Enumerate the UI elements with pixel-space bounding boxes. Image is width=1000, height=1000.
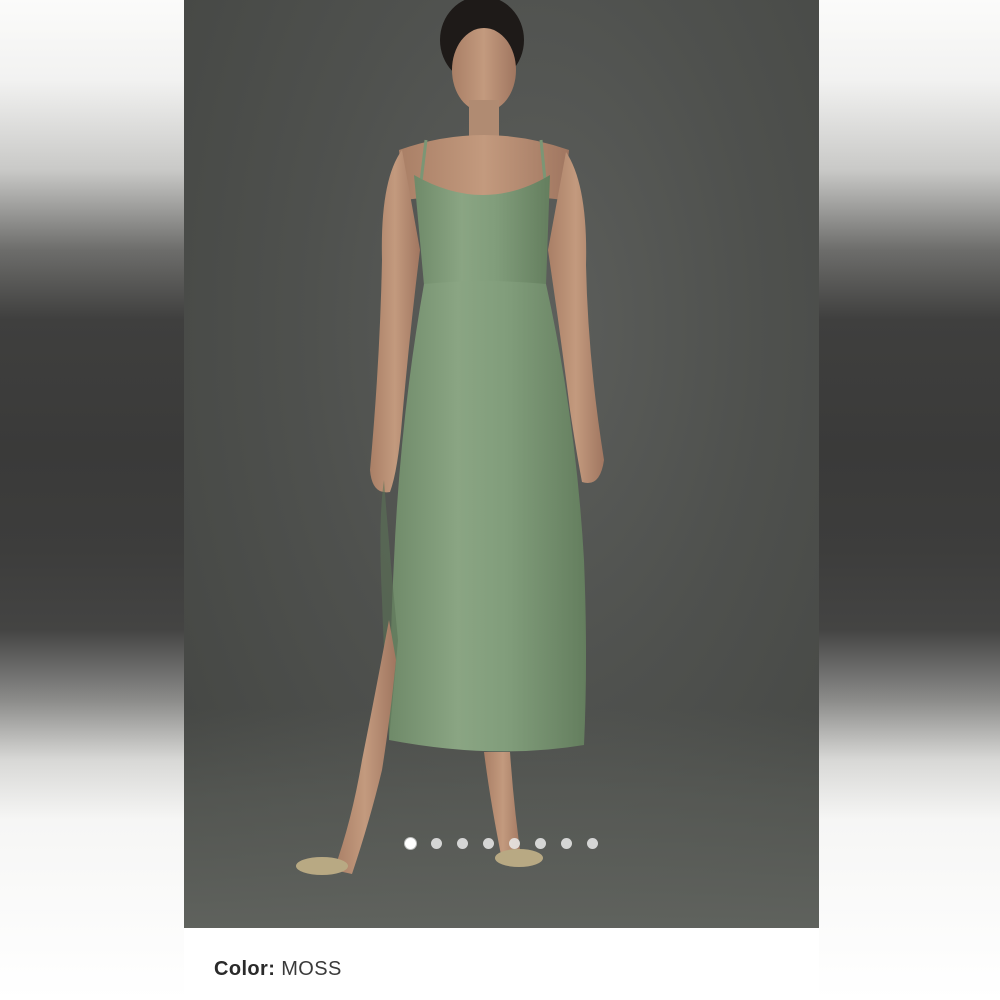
carousel-dot[interactable] xyxy=(483,838,494,849)
carousel-dot[interactable] xyxy=(561,838,572,849)
carousel-dot[interactable] xyxy=(509,838,520,849)
blurred-background-left xyxy=(0,0,184,1000)
product-viewer: Color: MOSS xyxy=(0,0,1000,1000)
carousel-pagination xyxy=(184,838,819,849)
carousel-dot[interactable] xyxy=(587,838,598,849)
carousel-dot[interactable] xyxy=(405,838,416,849)
color-selection: Color: MOSS xyxy=(214,958,342,981)
carousel-dot[interactable] xyxy=(535,838,546,849)
color-label: Color: xyxy=(214,958,276,980)
blurred-background-right xyxy=(819,0,1000,1000)
carousel-dot[interactable] xyxy=(457,838,468,849)
color-value: MOSS xyxy=(281,958,342,980)
product-card: Color: MOSS xyxy=(184,0,819,1000)
model-in-dress-illustration xyxy=(296,0,604,875)
carousel-dot[interactable] xyxy=(431,838,442,849)
product-image[interactable] xyxy=(184,0,819,928)
